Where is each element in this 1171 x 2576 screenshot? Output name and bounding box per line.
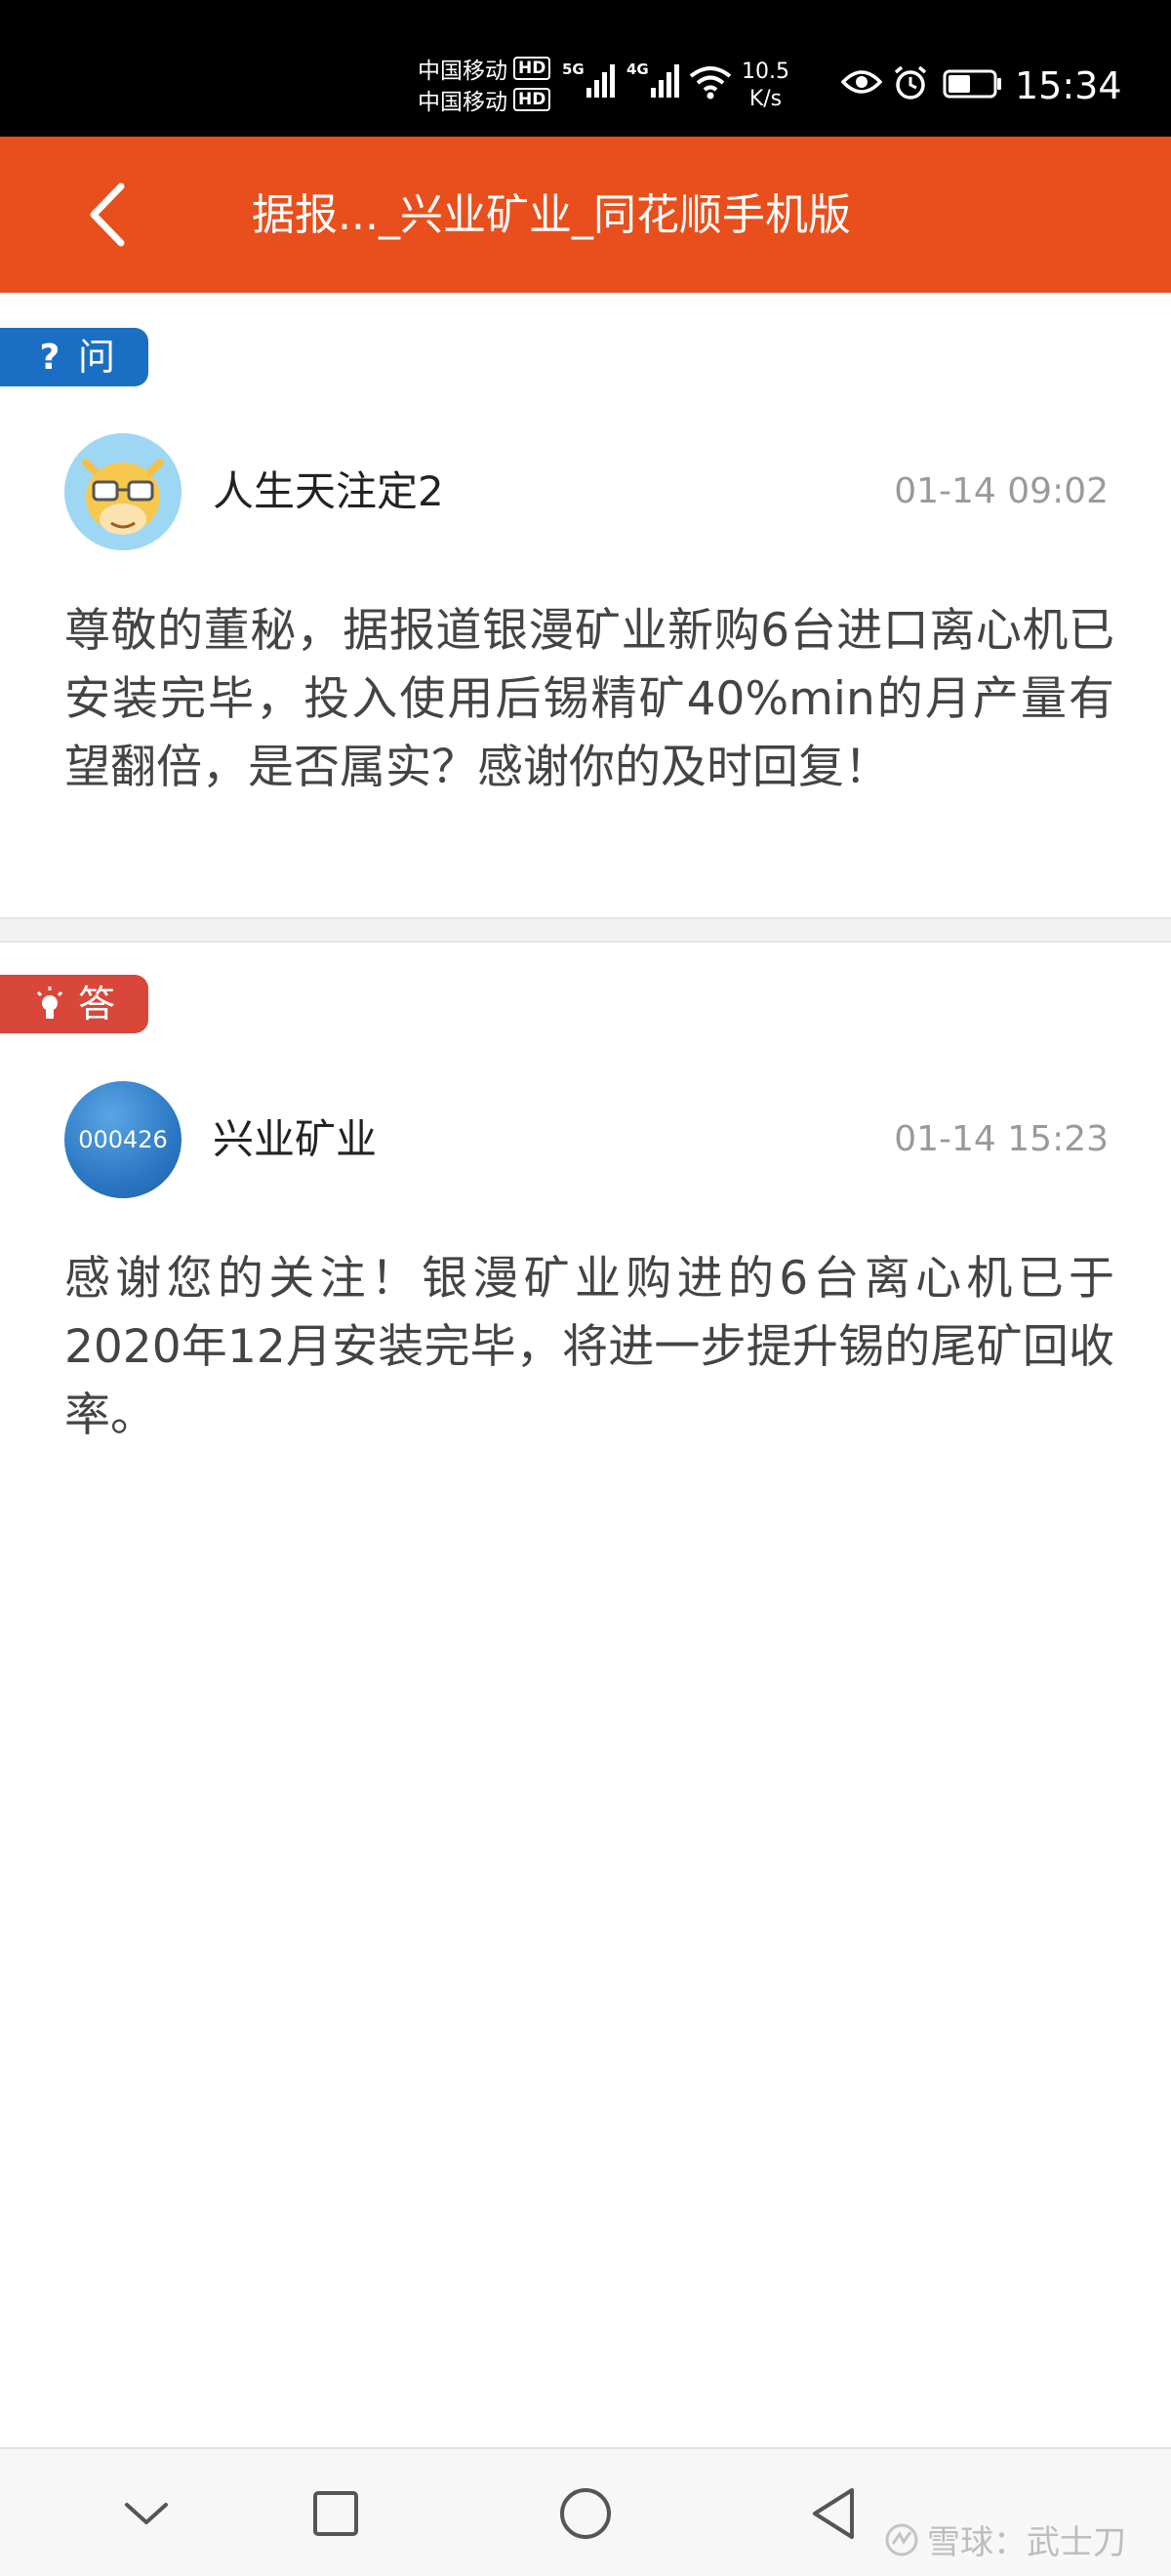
watermark-text: 雪球：武士刀 xyxy=(927,2523,1126,2562)
company-avatar[interactable]: 000426 xyxy=(64,1081,182,1198)
avatar[interactable] xyxy=(64,433,182,550)
answer-tag-label: 答 xyxy=(78,983,116,1026)
hd-badge: HD xyxy=(513,88,551,111)
status-bar: 中国移动 HD 中国移动 HD 5G 4G 10.5 K/s 15:34 xyxy=(0,0,1171,137)
net-speed-unit: K/s xyxy=(748,87,783,111)
question-text: 尊敬的董秘，据报道银漫矿业新购6台进口离心机已安装完毕，投入使用后锡精矿40%m… xyxy=(64,604,1114,794)
carrier-1-label: 中国移动 xyxy=(418,59,507,84)
alarm-icon xyxy=(892,64,929,105)
question-timestamp: 01-14 09:02 xyxy=(894,471,1109,511)
snowball-logo-icon xyxy=(885,2523,918,2556)
answer-tag: 答 xyxy=(0,975,148,1033)
nav-home-button[interactable] xyxy=(554,2482,617,2545)
battery-icon xyxy=(943,69,1003,102)
wifi-icon xyxy=(688,64,733,103)
question-mark-icon: ? xyxy=(39,337,61,378)
status-time: 15:34 xyxy=(1015,64,1122,107)
signal-5g-label: 5G xyxy=(562,60,585,78)
signal-icon: 4G xyxy=(626,60,679,98)
app-bar: 据报..._兴业矿业_同花顺手机版 xyxy=(0,137,1171,293)
net-speed-value: 10.5 xyxy=(742,60,789,84)
carrier-2-label: 中国移动 xyxy=(418,90,507,115)
net-speed: 10.5 K/s xyxy=(742,59,789,113)
triangle-back-icon xyxy=(813,2488,854,2539)
eye-icon xyxy=(840,68,883,100)
answer-timestamp: 01-14 15:23 xyxy=(894,1119,1109,1159)
chevron-left-icon xyxy=(90,182,125,247)
cartoon-cow-avatar-icon xyxy=(64,433,182,550)
carrier-info: 中国移动 HD 中国移动 HD xyxy=(418,53,551,115)
back-button[interactable] xyxy=(68,176,146,254)
chevron-down-icon xyxy=(125,2503,168,2524)
answer-text: 感谢您的关注！银漫矿业购进的6台离心机已于2020年12月安装完毕，将进一步提升… xyxy=(64,1252,1114,1442)
hd-badge: HD xyxy=(513,57,551,80)
question-tag: ? 问 xyxy=(0,328,148,386)
nav-back-button[interactable] xyxy=(802,2482,865,2545)
section-divider xyxy=(0,917,1171,943)
circle-icon xyxy=(560,2488,611,2539)
signal-4g-label: 4G xyxy=(626,60,649,78)
square-icon xyxy=(313,2491,358,2536)
nav-hide-button[interactable] xyxy=(115,2482,178,2545)
watermark: 雪球：武士刀 xyxy=(884,2516,1126,2563)
company-avatar-code: 000426 xyxy=(78,1126,168,1153)
page-title: 据报..._兴业矿业_同花顺手机版 xyxy=(252,190,851,240)
lightbulb-icon xyxy=(35,985,64,1024)
answer-username[interactable]: 兴业矿业 xyxy=(213,1110,377,1169)
question-tag-label: 问 xyxy=(78,336,116,379)
nav-recent-button[interactable] xyxy=(304,2482,367,2545)
signal-icon: 5G xyxy=(562,60,615,98)
question-username[interactable]: 人生天注定2 xyxy=(213,463,444,521)
